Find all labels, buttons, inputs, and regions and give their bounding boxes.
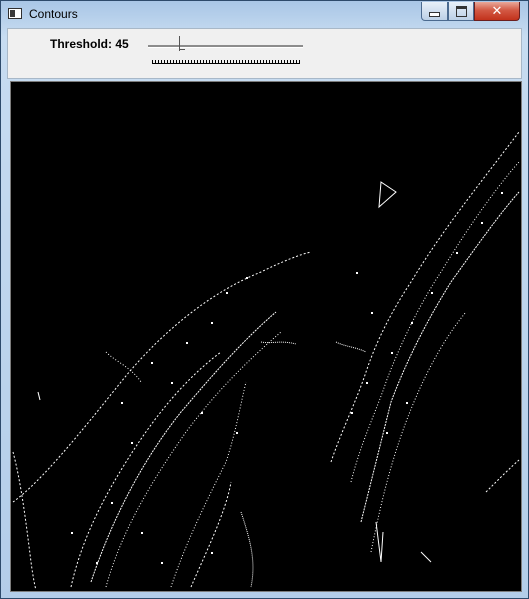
- maximize-button[interactable]: [448, 2, 474, 21]
- threshold-slider-thumb[interactable]: [179, 36, 187, 51]
- close-button[interactable]: ✕: [474, 2, 520, 21]
- window-title: Contours: [29, 7, 78, 21]
- minimize-button[interactable]: [421, 2, 448, 21]
- maximize-icon: [455, 5, 467, 17]
- trackbar-panel: Threshold: 45: [7, 28, 522, 79]
- close-icon: ✕: [491, 3, 503, 19]
- contour-lines: [12, 131, 520, 591]
- title-bar[interactable]: Contours ✕: [1, 1, 528, 29]
- contour-specks: [71, 192, 503, 564]
- threshold-slider-track[interactable]: [148, 45, 303, 48]
- contours-image: [10, 81, 522, 592]
- threshold-label: Threshold: 45: [50, 37, 129, 51]
- minimize-icon: [429, 11, 440, 17]
- threshold-slider-ticks: [152, 60, 300, 64]
- app-window: Contours ✕ Threshold: 45: [0, 0, 529, 599]
- contours-canvas: [12, 131, 520, 591]
- app-window-icon[interactable]: [8, 8, 22, 19]
